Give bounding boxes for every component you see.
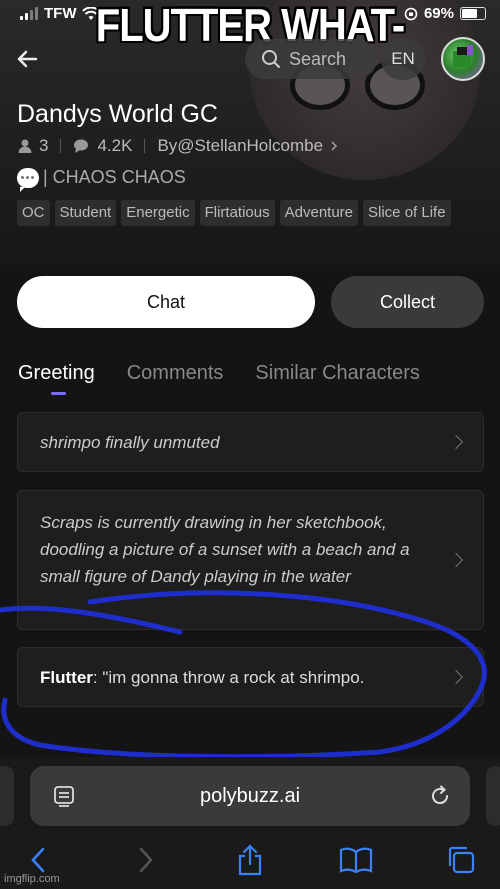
collect-button[interactable]: Collect bbox=[331, 276, 484, 328]
url-text: polybuzz.ai bbox=[199, 784, 301, 807]
speech-bubble-icon bbox=[17, 167, 39, 192]
chat-button[interactable]: Chat bbox=[17, 276, 315, 328]
follower-count: 3 bbox=[39, 136, 49, 155]
tag-chip[interactable]: Student bbox=[54, 200, 117, 226]
watermark: imgflip.com bbox=[4, 873, 60, 885]
greeting-text: : "im gonna throw a rock at shrimpo. bbox=[92, 668, 365, 687]
creator-name: By@StellanHolcombe bbox=[157, 136, 324, 155]
greeting-speaker: Flutter bbox=[40, 668, 93, 687]
avatar-figure-icon bbox=[453, 45, 473, 67]
address-bar[interactable]: polybuzz.ai bbox=[30, 766, 470, 826]
share-icon bbox=[238, 844, 262, 876]
chat-bubbles-icon bbox=[74, 139, 89, 153]
back-arrow-icon[interactable] bbox=[12, 44, 42, 74]
greeting-card[interactable]: Flutter: "im gonna throw a rock at shrim… bbox=[17, 647, 484, 707]
previous-tab-peek[interactable] bbox=[0, 766, 14, 826]
next-tab-peek[interactable] bbox=[486, 766, 500, 826]
chevron-right-icon bbox=[331, 141, 338, 151]
search-label: Search bbox=[289, 48, 347, 69]
tab-similar-characters[interactable]: Similar Characters bbox=[255, 362, 419, 385]
greeting-text: shrimpo finally unmuted bbox=[40, 433, 220, 452]
search-button[interactable]: Search bbox=[245, 39, 377, 79]
person-icon bbox=[18, 139, 32, 153]
greeting-card[interactable]: Scraps is currently drawing in her sketc… bbox=[17, 490, 484, 630]
description-text: | CHAOS CHAOS bbox=[43, 167, 186, 187]
tab-comments[interactable]: Comments bbox=[127, 362, 224, 385]
tag-chip[interactable]: Energetic bbox=[121, 200, 195, 226]
browser-nav bbox=[0, 838, 500, 882]
chat-count: 4.2K bbox=[97, 136, 133, 155]
creator-link[interactable]: By@StellanHolcombe bbox=[157, 136, 339, 156]
tabs-icon bbox=[448, 846, 475, 874]
tag-list: OC Student Energetic Flirtatious Adventure Sl… bbox=[17, 200, 487, 226]
tag-chip[interactable]: Adventure bbox=[279, 200, 359, 226]
language-button[interactable]: EN bbox=[381, 38, 425, 80]
character-description: | CHAOS CHAOS bbox=[17, 167, 186, 192]
chevron-right-icon bbox=[139, 847, 153, 873]
tabs-button[interactable] bbox=[441, 838, 481, 882]
character-meta: 3 4.2K By@StellanHolcombe bbox=[17, 136, 339, 156]
page-menu-icon[interactable] bbox=[54, 786, 74, 808]
reload-icon[interactable] bbox=[428, 784, 452, 808]
greeting-text: Scraps is currently drawing in her sketc… bbox=[40, 513, 410, 586]
character-name: Dandys World GC bbox=[17, 100, 218, 128]
chevron-right-icon bbox=[448, 552, 464, 568]
chevron-right-icon bbox=[448, 669, 464, 685]
chevron-right-icon bbox=[448, 434, 464, 450]
tag-chip[interactable]: OC bbox=[17, 200, 50, 226]
forward-button[interactable] bbox=[126, 838, 166, 882]
tag-chip[interactable]: Flirtatious bbox=[199, 200, 275, 226]
search-icon bbox=[262, 50, 280, 68]
bookmarks-button[interactable] bbox=[336, 838, 376, 882]
greeting-card[interactable]: shrimpo finally unmuted bbox=[17, 412, 484, 472]
active-tab-indicator bbox=[51, 392, 66, 395]
share-button[interactable] bbox=[230, 838, 270, 882]
book-icon bbox=[339, 847, 373, 873]
chevron-left-icon bbox=[31, 847, 45, 873]
user-avatar[interactable] bbox=[441, 37, 485, 81]
tag-chip[interactable]: Slice of Life bbox=[363, 200, 451, 226]
tab-bar: Greeting Comments Similar Characters bbox=[18, 362, 452, 385]
tab-greeting[interactable]: Greeting bbox=[18, 362, 95, 385]
